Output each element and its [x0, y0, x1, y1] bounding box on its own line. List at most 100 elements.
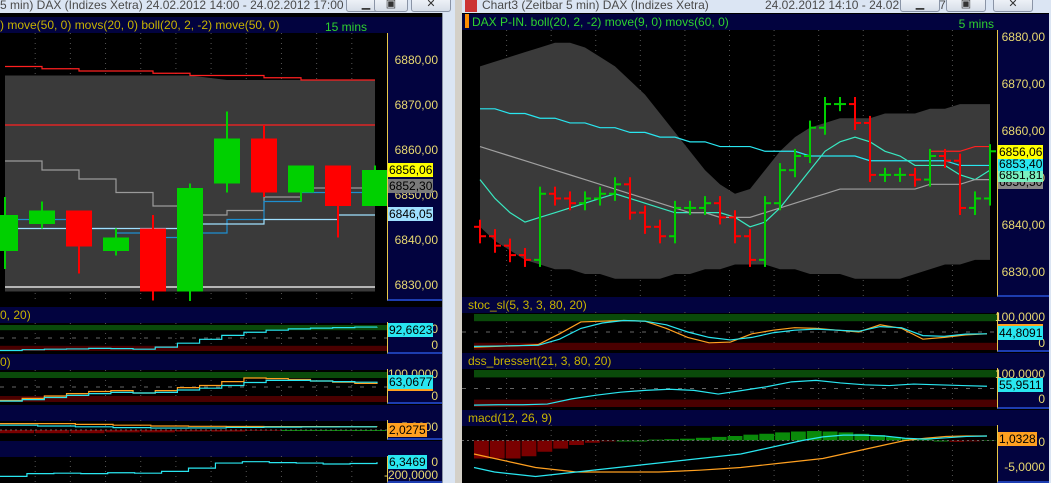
histogram-bar	[664, 439, 680, 441]
candle-body	[29, 210, 55, 224]
candle-body	[140, 228, 166, 292]
left-title-bar[interactable]: 5 min) DAX (Indizes Xetra) 24.02.2012 14…	[0, 0, 455, 13]
left-main-header: ) move(50, 0) movs(20, 0) boll(20, 2, -2…	[0, 17, 442, 33]
macd-label: macd(12, 26, 9)	[468, 411, 553, 425]
candle-body	[177, 188, 203, 292]
left-panel1-header: 0, 20)	[0, 307, 442, 323]
left-panel3-chart[interactable]	[0, 420, 387, 440]
dss-label: dss_bressert(21, 3, 80, 20)	[468, 354, 612, 368]
left-price-chart[interactable]	[0, 33, 387, 301]
left-mid-badge: 6852,30	[388, 179, 434, 193]
left-panel2-header: 0)	[0, 354, 442, 370]
instrument-marker	[465, 14, 469, 28]
axis-bottom: 0	[431, 389, 438, 403]
axis-bottom: 0	[431, 338, 438, 352]
right-window-title: Chart3 (Zeitbar 5 min) DAX (Indizes Xetr…	[482, 0, 709, 12]
histogram-bar	[790, 431, 806, 441]
stoc-value-badge: 44,8091	[998, 324, 1044, 340]
axis-top: 100,0000	[994, 310, 1045, 324]
left-window-title: 5 min) DAX (Indizes Xetra) 24.02.2012 14…	[0, 0, 344, 12]
left-indicators-label: ) move(50, 0) movs(20, 0) boll(20, 2, -2…	[0, 18, 280, 32]
window-gap	[455, 0, 462, 483]
candle-body	[66, 210, 92, 247]
left-interval-label: 15 mins	[324, 20, 367, 33]
left-panel4-chart[interactable]	[0, 456, 387, 483]
chart-app-icon	[465, 0, 477, 12]
dss-value-badge: 55,9511	[998, 378, 1043, 392]
overbought-zone	[0, 372, 387, 378]
candle-body	[0, 215, 18, 251]
candle-body	[251, 138, 277, 193]
right-main-header: DAX P-IN. boll(20, 2, -2) move(9, 0) mov…	[462, 14, 1049, 30]
left-panel2-label: 0)	[0, 355, 11, 369]
left-panel3-axis: 5,0000 2,0275	[387, 420, 442, 440]
candle-body	[325, 165, 351, 206]
right-panel3-header: macd(12, 26, 9)	[462, 410, 1049, 426]
left-chart-window: 5 min) DAX (Indizes Xetra) 24.02.2012 14…	[0, 0, 455, 483]
left-panel1-label: 0, 20)	[0, 308, 31, 322]
maximize-button[interactable]: ▣	[946, 0, 986, 12]
maximize-button[interactable]: ▣	[374, 0, 408, 12]
stoc-chart[interactable]	[462, 312, 997, 352]
histogram-bar	[838, 432, 854, 441]
histogram-bar	[759, 433, 775, 441]
oversold-zone	[0, 345, 387, 351]
histogram-bar	[648, 439, 664, 441]
left-price-axis[interactable]: 6880,00 6870,00 6860,00 6850,00 6840,00 6830,…	[387, 33, 442, 301]
histogram-bar	[569, 440, 584, 445]
close-button[interactable]: ✕	[993, 0, 1033, 12]
right-panel1-header: stoc_sl(5, 3, 3, 80, 20)	[462, 297, 1049, 313]
histogram-bar	[505, 440, 521, 459]
indicator-line	[0, 461, 378, 477]
right-title-bar[interactable]: Chart3 (Zeitbar 5 min) DAX (Indizes Xetr…	[462, 0, 1051, 13]
close-button[interactable]: ✕	[411, 0, 451, 12]
left-panel2-value-badge: 63,0677	[388, 375, 434, 391]
price-tick-label: 6860,00	[394, 143, 438, 157]
histogram-bar	[521, 440, 537, 457]
left-panel1-chart[interactable]	[0, 323, 387, 353]
right-price-chart[interactable]	[462, 30, 997, 297]
histogram-bar	[933, 440, 949, 442]
price-tick-label: 6830,00	[1001, 265, 1045, 279]
candle-body	[214, 138, 240, 184]
histogram-bar	[537, 440, 553, 452]
candle-body	[362, 170, 387, 206]
right-panel2-header: dss_bressert(21, 3, 80, 20)	[462, 353, 1049, 369]
axis-zero: 0	[431, 455, 438, 469]
right-chart-window: Chart3 (Zeitbar 5 min) DAX (Indizes Xetr…	[462, 0, 1051, 483]
right-interval-label: 5 mins	[958, 17, 994, 30]
left-window-border	[442, 13, 455, 483]
right-last-price-badge: 6856,06	[998, 145, 1044, 159]
right-indicators-label: DAX P-IN. boll(20, 2, -2) move(9, 0) mov…	[472, 15, 729, 29]
macd-chart[interactable]	[462, 425, 997, 483]
left-panel4-axis: 0 -200,0000 6,3469	[383, 455, 442, 483]
histogram-bar	[743, 434, 759, 441]
left-panel4-value-badge: 6,3469	[388, 455, 427, 469]
dss-chart[interactable]	[462, 368, 997, 409]
stoc-label: stoc_sl(5, 3, 3, 80, 20)	[468, 298, 587, 312]
stoc-axis: 100,0000 0 44,8091	[994, 310, 1049, 352]
left-panel2-axis: 100,0000 0 63,0677	[387, 367, 442, 404]
axis-bottom: 0	[1038, 392, 1045, 406]
left-panel1-value-badge: 92,6623	[388, 323, 434, 337]
candle-body	[288, 165, 314, 193]
price-tick-label: 6840,00	[1001, 218, 1045, 232]
macd-value-badge: 1,0328	[998, 432, 1037, 446]
right-price-axis[interactable]: 6880,006870,006860,006850,006840,006830,…	[997, 30, 1049, 297]
macd-axis: 0 -5,0000 1,0328	[997, 425, 1049, 483]
minimize-button[interactable]: ▁	[900, 0, 940, 12]
left-panel3-header	[0, 405, 442, 421]
left-move-badge: 6846,05	[388, 207, 434, 221]
axis-bottom: -200,0000	[383, 468, 438, 482]
histogram-bar	[711, 436, 727, 441]
oversold-zone	[474, 342, 997, 350]
candle-body	[103, 237, 129, 251]
left-panel2-chart[interactable]	[0, 370, 387, 404]
oversold-zone	[0, 396, 387, 402]
left-last-price-badge: 6856,06	[388, 163, 434, 177]
histogram-bar	[489, 440, 505, 459]
price-tick-label: 6880,00	[1001, 30, 1045, 44]
histogram-bar	[632, 440, 648, 442]
left-panel4-header	[0, 441, 442, 457]
histogram-bar	[775, 432, 790, 441]
